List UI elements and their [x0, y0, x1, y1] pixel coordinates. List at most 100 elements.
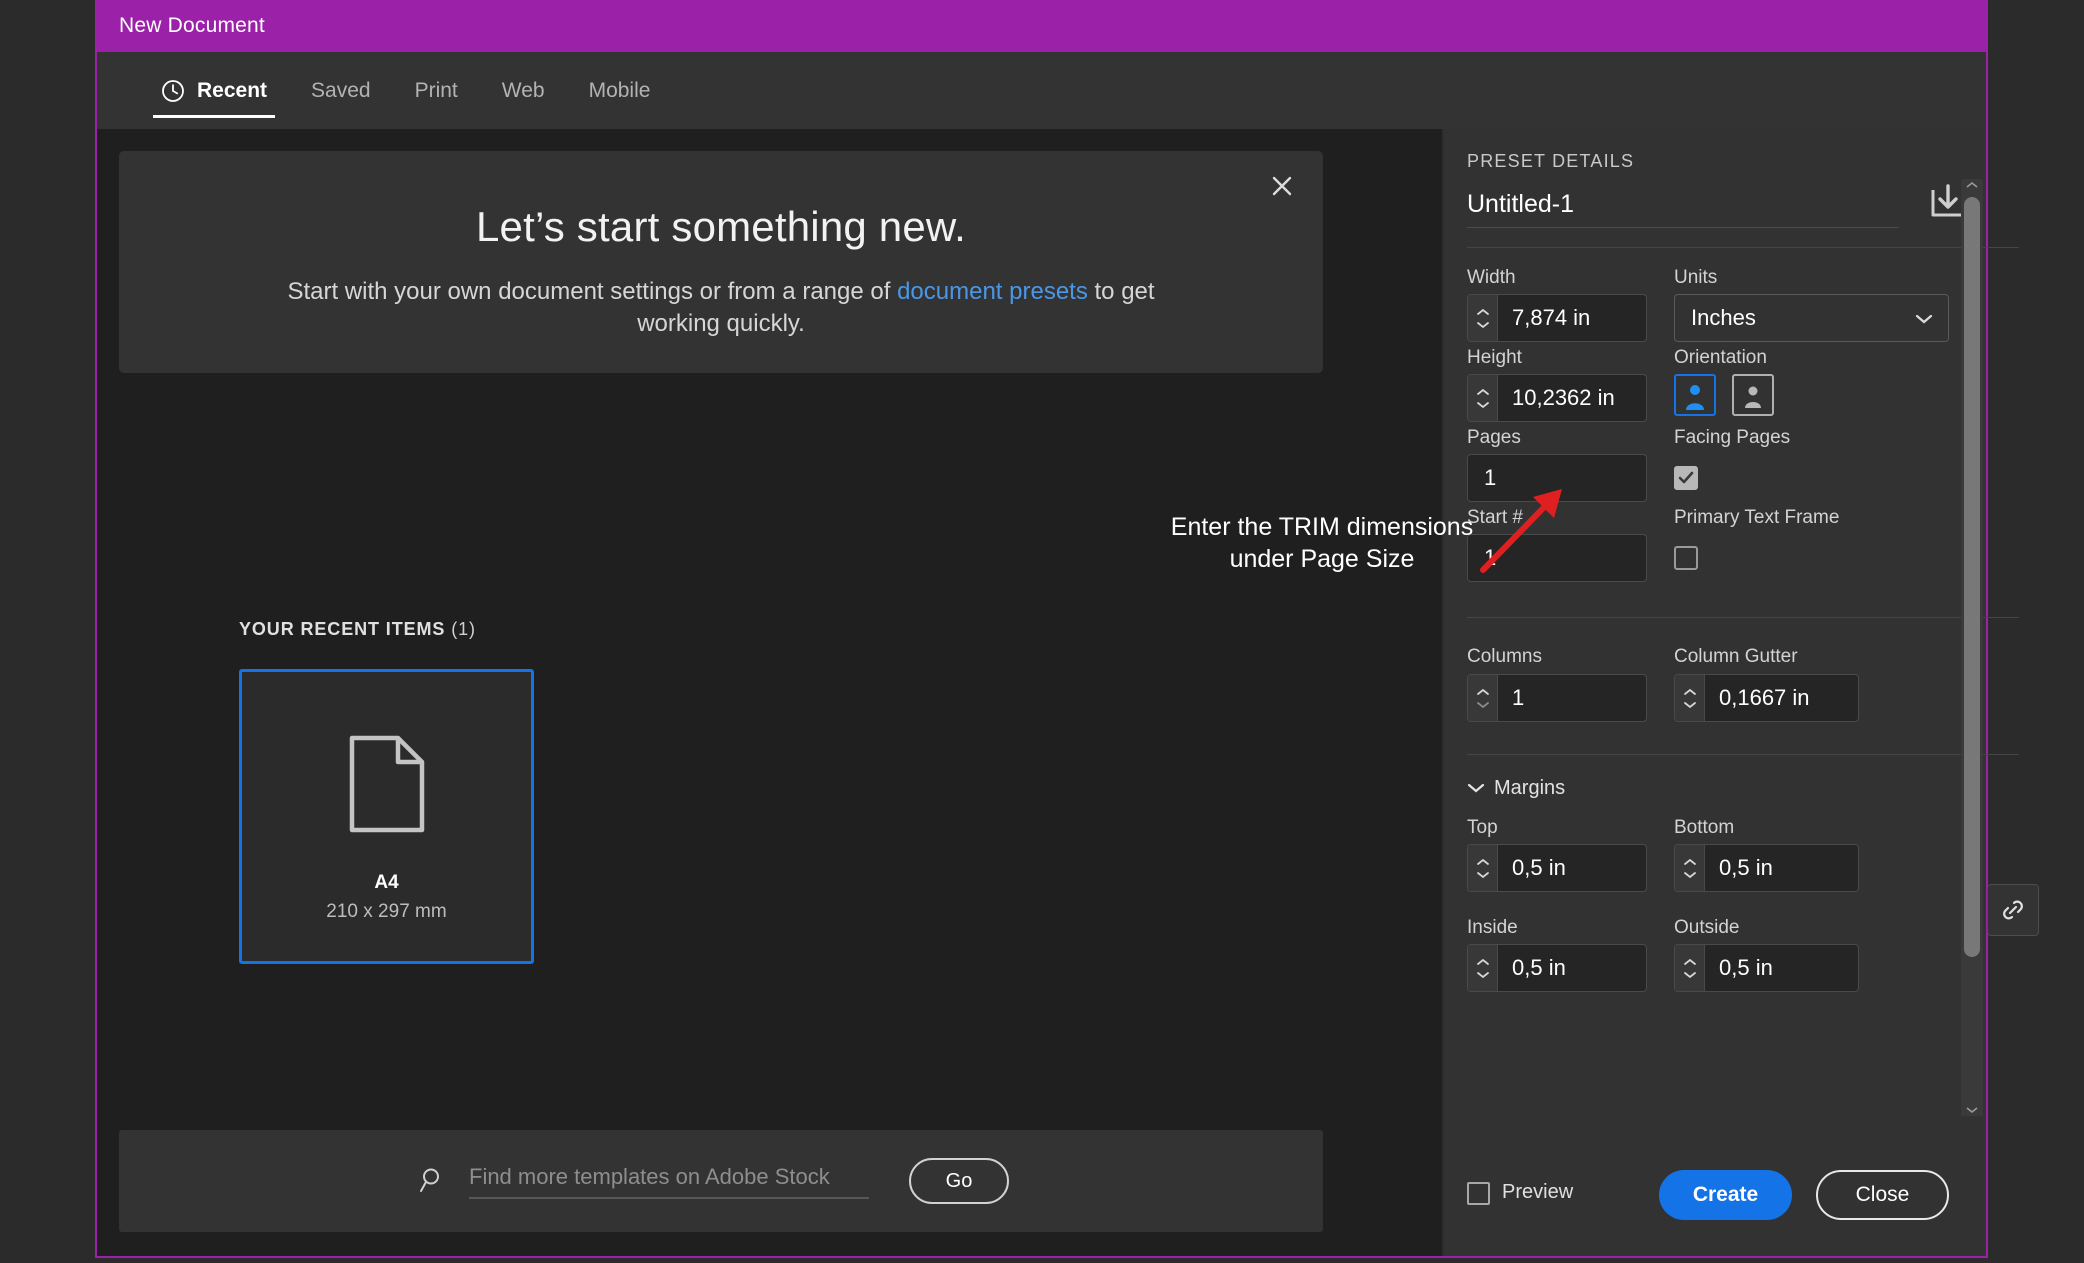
width-value[interactable]: 7,874 in: [1498, 305, 1646, 331]
units-select[interactable]: Inches: [1674, 294, 1949, 342]
columns-stepper[interactable]: [1468, 675, 1498, 721]
preset-details-title: PRESET DETAILS: [1467, 151, 1634, 172]
tab-web[interactable]: Web: [480, 52, 567, 129]
margins-label: Margins: [1494, 777, 1565, 800]
margin-inside-value[interactable]: 0,5 in: [1498, 955, 1646, 981]
orientation-landscape-icon[interactable]: [1732, 374, 1774, 416]
margin-outside-label: Outside: [1674, 917, 1739, 939]
tab-saved[interactable]: Saved: [289, 52, 393, 129]
units-value: Inches: [1691, 305, 1756, 331]
pages-value[interactable]: 1: [1468, 465, 1646, 491]
dialog-title: New Document: [119, 14, 265, 38]
start-number-field[interactable]: 1: [1467, 534, 1647, 582]
margin-inside-field[interactable]: 0,5 in: [1467, 944, 1647, 992]
margin-top-value[interactable]: 0,5 in: [1498, 855, 1646, 881]
column-gutter-value[interactable]: 0,1667 in: [1705, 685, 1858, 711]
divider-columns: [1467, 617, 2019, 618]
columns-field[interactable]: 1: [1467, 674, 1647, 722]
dialog-footer: Preview Create Close: [1444, 1138, 1986, 1256]
preview-label[interactable]: Preview: [1502, 1181, 1573, 1204]
close-button[interactable]: Close: [1816, 1170, 1949, 1220]
column-gutter-stepper[interactable]: [1675, 675, 1705, 721]
preset-panel-scrollbar[interactable]: [1961, 179, 1983, 1116]
stock-search-input[interactable]: [469, 1163, 869, 1199]
preset-name-input[interactable]: [1467, 182, 1899, 228]
hero-subtitle: Start with your own document settings or…: [269, 276, 1173, 340]
hero-title: Let’s start something new.: [119, 203, 1323, 251]
recent-item-size: 210 x 297 mm: [242, 901, 531, 923]
margin-bottom-value[interactable]: 0,5 in: [1705, 855, 1858, 881]
column-gutter-label: Column Gutter: [1674, 646, 1798, 668]
orientation-label: Orientation: [1674, 347, 1767, 369]
margin-outside-stepper[interactable]: [1675, 945, 1705, 991]
recent-items-label: YOUR RECENT ITEMS: [239, 619, 445, 639]
new-document-dialog: New Document Recent Saved Print Web: [95, 0, 1988, 1258]
margin-outside-value[interactable]: 0,5 in: [1705, 955, 1858, 981]
dialog-content: Let’s start something new. Start with yo…: [97, 129, 1986, 1256]
tab-label-web: Web: [502, 79, 545, 103]
scroll-up-icon[interactable]: [1961, 181, 1983, 189]
recent-item-name: A4: [242, 872, 531, 894]
chevron-down-icon: [1914, 305, 1934, 331]
tab-recent[interactable]: Recent: [139, 52, 289, 129]
width-field[interactable]: 7,874 in: [1467, 294, 1647, 342]
templates-pane: Let’s start something new. Start with yo…: [97, 129, 1442, 1256]
tab-label-mobile: Mobile: [589, 79, 651, 103]
tab-mobile[interactable]: Mobile: [567, 52, 673, 129]
margin-bottom-label: Bottom: [1674, 817, 1734, 839]
height-label: Height: [1467, 347, 1522, 369]
facing-pages-checkbox[interactable]: [1674, 466, 1698, 490]
columns-label: Columns: [1467, 646, 1542, 668]
tab-print[interactable]: Print: [393, 52, 480, 129]
hero-sub-before: Start with your own document settings or…: [287, 278, 897, 305]
width-label: Width: [1467, 267, 1516, 289]
tab-label-recent: Recent: [197, 79, 267, 103]
search-icon: [419, 1166, 447, 1194]
margin-bottom-field[interactable]: 0,5 in: [1674, 844, 1859, 892]
close-icon[interactable]: [1265, 169, 1299, 203]
margin-inside-label: Inside: [1467, 917, 1518, 939]
columns-value[interactable]: 1: [1498, 685, 1646, 711]
start-number-value[interactable]: 1: [1468, 545, 1646, 571]
height-stepper[interactable]: [1468, 375, 1498, 421]
preset-name-row: [1467, 182, 2019, 238]
dialog-titlebar: New Document: [97, 0, 1986, 52]
margin-top-field[interactable]: 0,5 in: [1467, 844, 1647, 892]
height-value[interactable]: 10,2362 in: [1498, 385, 1646, 411]
document-icon: [348, 734, 426, 839]
width-stepper[interactable]: [1468, 295, 1498, 341]
start-number-label: Start #: [1467, 507, 1523, 529]
pages-field[interactable]: 1: [1467, 454, 1647, 502]
margins-section-toggle[interactable]: Margins: [1467, 777, 1565, 800]
tab-bar: Recent Saved Print Web Mobile: [97, 52, 1986, 129]
scrollbar-thumb[interactable]: [1964, 197, 1980, 957]
recent-items-heading: YOUR RECENT ITEMS (1): [239, 619, 476, 640]
facing-pages-label: Facing Pages: [1674, 427, 1790, 449]
preview-checkbox[interactable]: [1467, 1182, 1490, 1205]
height-field[interactable]: 10,2362 in: [1467, 374, 1647, 422]
units-label: Units: [1674, 267, 1717, 289]
margin-inside-stepper[interactable]: [1468, 945, 1498, 991]
orientation-portrait-icon[interactable]: [1674, 374, 1716, 416]
primary-text-frame-checkbox[interactable]: [1674, 546, 1698, 570]
hero-banner: Let’s start something new. Start with yo…: [119, 151, 1323, 373]
clock-icon: [161, 79, 185, 103]
link-icon[interactable]: [1987, 884, 2039, 936]
primary-text-frame-label: Primary Text Frame: [1674, 507, 1839, 529]
margin-outside-field[interactable]: 0,5 in: [1674, 944, 1859, 992]
recent-item-card[interactable]: A4 210 x 297 mm: [239, 669, 534, 964]
divider-margins: [1467, 754, 2019, 755]
margin-top-stepper[interactable]: [1468, 845, 1498, 891]
scroll-down-icon[interactable]: [1961, 1106, 1983, 1114]
tab-label-print: Print: [415, 79, 458, 103]
column-gutter-field[interactable]: 0,1667 in: [1674, 674, 1859, 722]
recent-items-count: (1): [451, 619, 476, 639]
tab-label-saved: Saved: [311, 79, 371, 103]
stock-go-button[interactable]: Go: [909, 1158, 1009, 1204]
adobe-stock-search-bar: Go: [119, 1130, 1323, 1232]
create-button[interactable]: Create: [1659, 1170, 1792, 1220]
document-presets-link[interactable]: document presets: [897, 278, 1088, 305]
margin-top-label: Top: [1467, 817, 1498, 839]
margin-bottom-stepper[interactable]: [1675, 845, 1705, 891]
divider-top: [1467, 247, 2019, 248]
